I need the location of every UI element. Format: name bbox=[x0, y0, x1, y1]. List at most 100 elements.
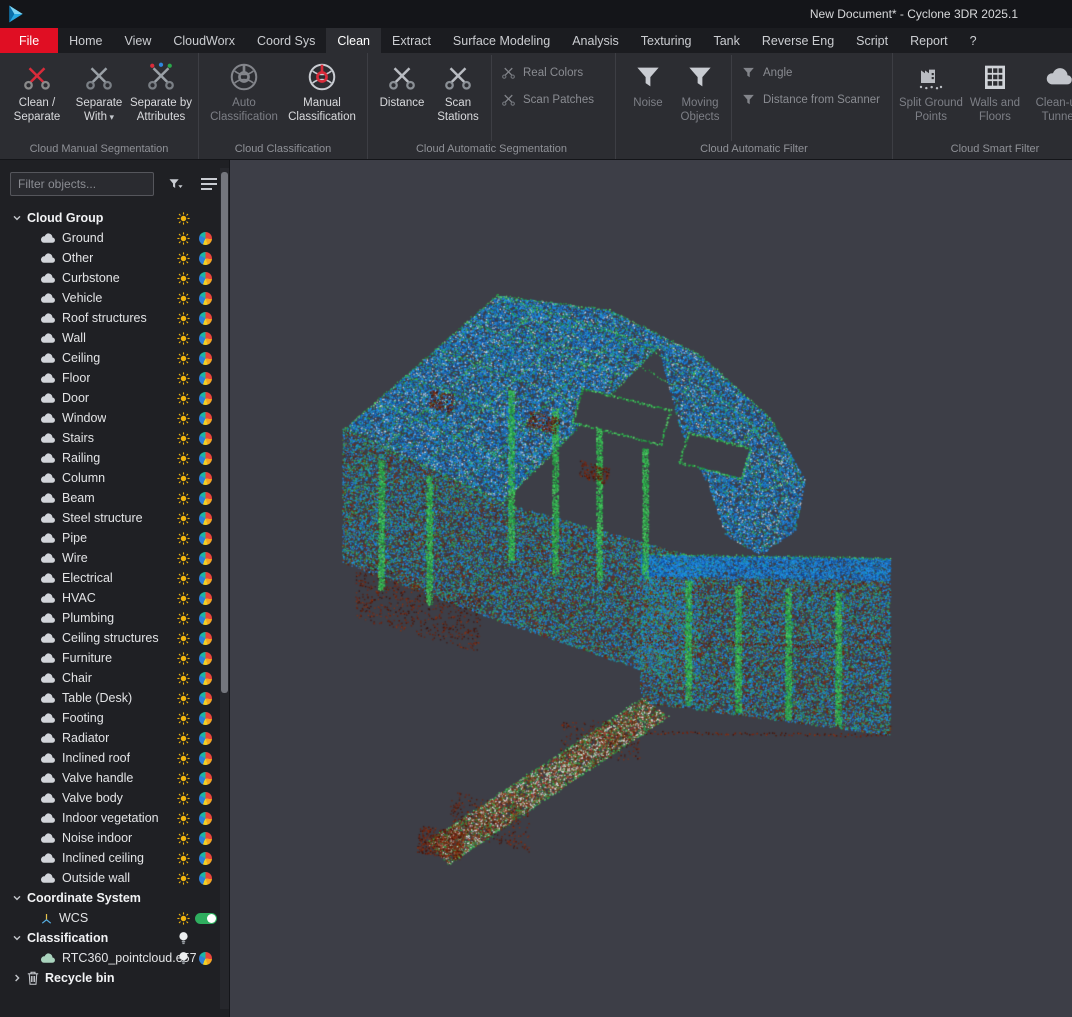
sun-icon[interactable] bbox=[176, 512, 191, 525]
pie-chart-icon[interactable] bbox=[194, 612, 217, 625]
tree-item-chair[interactable]: Chair bbox=[0, 668, 229, 688]
bulb-icon[interactable] bbox=[176, 931, 191, 945]
sun-icon[interactable] bbox=[176, 732, 191, 745]
tree-item-indoor-vegetation[interactable]: Indoor vegetation bbox=[0, 808, 229, 828]
sun-icon[interactable] bbox=[176, 752, 191, 765]
pie-chart-icon[interactable] bbox=[194, 292, 217, 305]
tree-item-stairs[interactable]: Stairs bbox=[0, 428, 229, 448]
scrollbar-thumb[interactable] bbox=[221, 172, 228, 693]
tree-item-inclined-roof[interactable]: Inclined roof bbox=[0, 748, 229, 768]
tree-item-footing[interactable]: Footing bbox=[0, 708, 229, 728]
sun-icon[interactable] bbox=[176, 672, 191, 685]
sun-icon[interactable] bbox=[176, 692, 191, 705]
tree-item-window[interactable]: Window bbox=[0, 408, 229, 428]
tree-item-steel-structure[interactable]: Steel structure bbox=[0, 508, 229, 528]
sun-icon[interactable] bbox=[176, 572, 191, 585]
sun-icon[interactable] bbox=[176, 392, 191, 405]
tab-coord-sys[interactable]: Coord Sys bbox=[246, 28, 326, 53]
sun-icon[interactable] bbox=[176, 632, 191, 645]
pie-chart-icon[interactable] bbox=[194, 632, 217, 645]
pie-chart-icon[interactable] bbox=[194, 872, 217, 885]
sun-icon[interactable] bbox=[176, 312, 191, 325]
sun-icon[interactable] bbox=[176, 532, 191, 545]
tree-menu-button[interactable] bbox=[197, 172, 222, 196]
sun-icon[interactable] bbox=[176, 772, 191, 785]
sun-icon[interactable] bbox=[176, 912, 191, 925]
ribbon-button-distance[interactable]: Distance bbox=[374, 55, 430, 111]
tab-view[interactable]: View bbox=[114, 28, 163, 53]
pie-chart-icon[interactable] bbox=[194, 312, 217, 325]
tree-item-wall[interactable]: Wall bbox=[0, 328, 229, 348]
tab-help[interactable]: ? bbox=[959, 28, 988, 53]
sun-icon[interactable] bbox=[176, 252, 191, 265]
sun-icon[interactable] bbox=[176, 552, 191, 565]
ribbon-button-clean-up-tunnel[interactable]: Clean-up Tunnel bbox=[1027, 55, 1072, 124]
pie-chart-icon[interactable] bbox=[194, 572, 217, 585]
tree-item-beam[interactable]: Beam bbox=[0, 488, 229, 508]
tab-surface-modeling[interactable]: Surface Modeling bbox=[442, 28, 561, 53]
pie-chart-icon[interactable] bbox=[194, 692, 217, 705]
pie-chart-icon[interactable] bbox=[194, 812, 217, 825]
pie-chart-icon[interactable] bbox=[194, 452, 217, 465]
tree-item-rtc360-pointcloud-e57[interactable]: RTC360_pointcloud.e57 bbox=[0, 948, 229, 968]
tree-item-ceiling[interactable]: Ceiling bbox=[0, 348, 229, 368]
pie-chart-icon[interactable] bbox=[194, 832, 217, 845]
tree-item-radiator[interactable]: Radiator bbox=[0, 728, 229, 748]
ribbon-button-angle[interactable]: Angle bbox=[741, 65, 880, 80]
tree-item-wcs[interactable]: WCS bbox=[0, 908, 229, 928]
pie-chart-icon[interactable] bbox=[194, 512, 217, 525]
tree-item-furniture[interactable]: Furniture bbox=[0, 648, 229, 668]
sun-icon[interactable] bbox=[176, 792, 191, 805]
ribbon-button-real-colors[interactable]: Real Colors bbox=[501, 65, 603, 80]
tree-group-recycle-bin[interactable]: Recycle bin bbox=[0, 968, 229, 988]
tab-report[interactable]: Report bbox=[899, 28, 959, 53]
visibility-toggle[interactable] bbox=[194, 913, 217, 924]
pie-chart-icon[interactable] bbox=[194, 852, 217, 865]
tab-reverse-eng[interactable]: Reverse Eng bbox=[751, 28, 845, 53]
sun-icon[interactable] bbox=[176, 612, 191, 625]
sun-icon[interactable] bbox=[176, 412, 191, 425]
tab-clean[interactable]: Clean bbox=[326, 28, 381, 53]
tab-analysis[interactable]: Analysis bbox=[561, 28, 630, 53]
pie-chart-icon[interactable] bbox=[194, 792, 217, 805]
ribbon-button-distance-from-scanner[interactable]: Distance from Scanner bbox=[741, 92, 880, 107]
tree-item-ground[interactable]: Ground bbox=[0, 228, 229, 248]
pie-chart-icon[interactable] bbox=[194, 432, 217, 445]
pie-chart-icon[interactable] bbox=[194, 352, 217, 365]
pie-chart-icon[interactable] bbox=[194, 552, 217, 565]
ribbon-button-walls-and-floors[interactable]: Walls and Floors bbox=[963, 55, 1027, 124]
tree-item-pipe[interactable]: Pipe bbox=[0, 528, 229, 548]
tree-item-hvac[interactable]: HVAC bbox=[0, 588, 229, 608]
tab-cloudworx[interactable]: CloudWorx bbox=[162, 28, 246, 53]
sun-icon[interactable] bbox=[176, 592, 191, 605]
chevron-right-icon[interactable] bbox=[12, 973, 27, 983]
sun-icon[interactable] bbox=[176, 452, 191, 465]
pie-chart-icon[interactable] bbox=[194, 732, 217, 745]
sun-icon[interactable] bbox=[176, 212, 191, 225]
pie-chart-icon[interactable] bbox=[194, 532, 217, 545]
pie-chart-icon[interactable] bbox=[194, 492, 217, 505]
tree-scrollbar[interactable] bbox=[220, 168, 229, 1009]
sun-icon[interactable] bbox=[176, 432, 191, 445]
sun-icon[interactable] bbox=[176, 872, 191, 885]
ribbon-button-separate-by-attributes[interactable]: Separate by Attributes bbox=[130, 55, 192, 124]
tree-group-cloud-group[interactable]: Cloud Group bbox=[0, 208, 229, 228]
pie-chart-icon[interactable] bbox=[194, 772, 217, 785]
pie-chart-icon[interactable] bbox=[194, 952, 217, 965]
ribbon-button-scan-stations[interactable]: Scan Stations bbox=[430, 55, 486, 124]
sun-icon[interactable] bbox=[176, 332, 191, 345]
filter-funnel-button[interactable] bbox=[163, 172, 188, 196]
sun-icon[interactable] bbox=[176, 372, 191, 385]
tab-texturing[interactable]: Texturing bbox=[630, 28, 703, 53]
sun-icon[interactable] bbox=[176, 652, 191, 665]
sun-icon[interactable] bbox=[176, 472, 191, 485]
sun-icon[interactable] bbox=[176, 272, 191, 285]
pie-chart-icon[interactable] bbox=[194, 332, 217, 345]
pie-chart-icon[interactable] bbox=[194, 592, 217, 605]
tab-extract[interactable]: Extract bbox=[381, 28, 442, 53]
tree-item-vehicle[interactable]: Vehicle bbox=[0, 288, 229, 308]
tree-item-valve-handle[interactable]: Valve handle bbox=[0, 768, 229, 788]
ribbon-button-clean-separate[interactable]: Clean / Separate bbox=[6, 55, 68, 124]
tab-tank[interactable]: Tank bbox=[702, 28, 750, 53]
sun-icon[interactable] bbox=[176, 292, 191, 305]
